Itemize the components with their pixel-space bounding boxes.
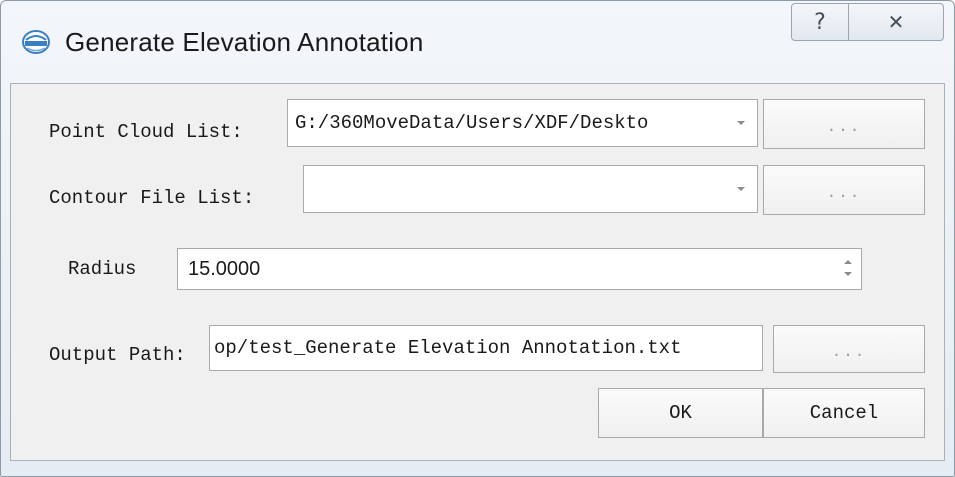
app-icon bbox=[21, 29, 51, 55]
output-path-label: Output Path: bbox=[49, 344, 186, 366]
radius-label: Radius bbox=[68, 258, 137, 280]
chevron-down-icon bbox=[737, 121, 745, 125]
ok-button[interactable]: OK bbox=[598, 388, 763, 438]
point-cloud-combo[interactable]: G:/360MoveData/Users/XDF/Deskto bbox=[287, 99, 758, 147]
output-path-browse-button[interactable]: ... bbox=[773, 325, 925, 373]
close-button[interactable]: ✕ bbox=[848, 3, 944, 41]
output-path-value: op/test_Generate Elevation Annotation.tx… bbox=[214, 337, 682, 359]
help-button[interactable]: ? bbox=[791, 3, 849, 41]
cancel-button[interactable]: Cancel bbox=[763, 388, 925, 438]
help-icon: ? bbox=[814, 9, 826, 35]
contour-file-label: Contour File List: bbox=[49, 187, 255, 209]
contour-file-browse-button[interactable]: ... bbox=[763, 165, 925, 215]
title-bar[interactable]: Generate Elevation Annotation ? ✕ bbox=[1, 1, 954, 73]
output-path-field[interactable]: op/test_Generate Elevation Annotation.tx… bbox=[209, 325, 763, 371]
dialog-window: Generate Elevation Annotation ? ✕ Point … bbox=[0, 0, 955, 477]
spin-up-icon[interactable] bbox=[844, 260, 852, 264]
close-icon: ✕ bbox=[887, 10, 905, 34]
window-title: Generate Elevation Annotation bbox=[65, 27, 424, 57]
point-cloud-value: G:/360MoveData/Users/XDF/Deskto bbox=[295, 112, 649, 134]
point-cloud-browse-button[interactable]: ... bbox=[763, 99, 925, 149]
spinner-arrows-icon[interactable] bbox=[841, 254, 855, 284]
contour-file-combo[interactable] bbox=[303, 165, 758, 213]
radius-value: 15.0000 bbox=[188, 257, 261, 280]
spin-down-icon[interactable] bbox=[844, 272, 852, 276]
chevron-down-icon bbox=[737, 187, 745, 191]
point-cloud-label: Point Cloud List: bbox=[49, 121, 243, 143]
dialog-body: Point Cloud List: G:/360MoveData/Users/X… bbox=[10, 83, 945, 461]
radius-spinbox[interactable]: 15.0000 bbox=[177, 248, 862, 290]
